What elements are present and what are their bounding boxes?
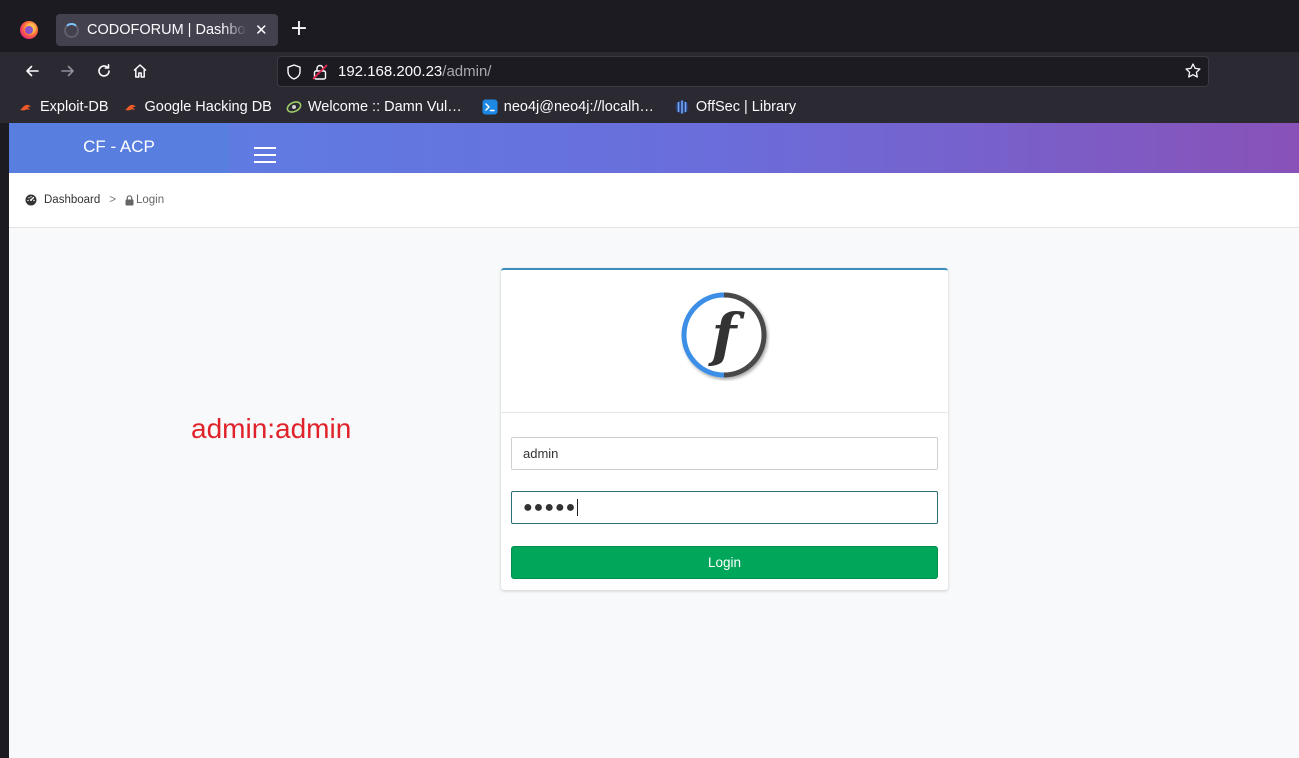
firefox-menu-button[interactable] (14, 18, 44, 42)
bookmark-label: neo4j@neo4j://localh… (503, 98, 654, 115)
password-mask: ●●●●● (523, 498, 577, 516)
bookmark-offsec-library[interactable]: OffSec | Library (674, 99, 796, 115)
breadcrumb-login: Login (125, 194, 164, 206)
reload-button[interactable] (92, 59, 116, 83)
forward-button[interactable] (56, 59, 80, 83)
breadcrumb: Dashboard > Login (9, 173, 1299, 228)
url-bar[interactable]: 192.168.200.23/admin/ (277, 56, 1209, 87)
bookmark-label: Google Hacking DB (144, 98, 272, 115)
breadcrumb-separator: > (109, 194, 116, 206)
dashboard-gauge-icon (25, 194, 37, 206)
logo-area: f (501, 270, 948, 413)
page-viewport: CF - ACP Dashboard > Login admin:admin f… (9, 123, 1299, 758)
reload-icon (98, 64, 110, 77)
terminal-icon (482, 99, 498, 115)
kali-dragon-icon (18, 99, 34, 115)
bookmark-label: Welcome :: Damn Vul… (307, 98, 462, 115)
bookmark-dvwa[interactable]: Welcome :: Damn Vul… (286, 99, 462, 115)
bookmark-google-hacking-db[interactable]: Google Hacking DB (123, 99, 272, 115)
forward-arrow-icon (61, 65, 74, 77)
app-header: CF - ACP (9, 123, 1299, 173)
password-input[interactable]: ●●●●● (511, 491, 938, 524)
bookmark-exploit-db[interactable]: Exploit-DB (18, 99, 109, 115)
brand-logo-text[interactable]: CF - ACP (9, 123, 229, 173)
offsec-icon (674, 99, 690, 115)
firefox-logo-icon (20, 21, 38, 39)
home-button[interactable] (128, 59, 152, 83)
sidebar-toggle-button[interactable] (254, 147, 276, 163)
kali-dragon-icon (123, 99, 139, 115)
tracking-shield-icon[interactable] (285, 63, 303, 81)
navigation-toolbar: 192.168.200.23/admin/ (0, 52, 1299, 90)
window-top-edge (0, 0, 1299, 8)
breadcrumb-dashboard-label: Dashboard (44, 194, 101, 206)
tab-active[interactable]: CODOFORUM | Dashboard ✕ (56, 14, 278, 46)
home-icon (133, 64, 147, 78)
login-button[interactable]: Login (511, 546, 938, 579)
dvwa-icon (286, 99, 302, 115)
breadcrumb-dashboard[interactable]: Dashboard (25, 194, 100, 206)
login-box: f ●●●●● Login (501, 268, 948, 590)
new-tab-button[interactable]: + (288, 18, 310, 42)
url-host: 192.168.200.23 (338, 63, 443, 80)
insecure-lock-icon[interactable] (311, 63, 329, 81)
username-input[interactable] (511, 437, 938, 470)
bookmark-label: OffSec | Library (695, 98, 797, 115)
url-text[interactable]: 192.168.200.23/admin/ (338, 63, 491, 80)
back-button[interactable] (20, 59, 44, 83)
url-path: /admin/ (442, 63, 492, 80)
lock-icon (125, 194, 134, 205)
menu-bar-line (254, 147, 276, 149)
breadcrumb-login-label: Login (135, 194, 165, 206)
codoforum-logo-icon: f (681, 292, 767, 378)
credentials-annotation: admin:admin (191, 413, 352, 444)
loading-spinner-icon (64, 22, 79, 38)
tab-title: CODOFORUM | Dashboard (87, 22, 247, 38)
bookmark-neo4j[interactable]: neo4j@neo4j://localh… (482, 99, 654, 115)
tab-close-icon[interactable]: ✕ (255, 21, 268, 39)
text-caret (577, 499, 579, 516)
tab-bar: CODOFORUM | Dashboard ✕ + (0, 8, 1299, 52)
menu-bar-line (254, 154, 276, 156)
back-arrow-icon (26, 65, 39, 77)
bookmark-label: Exploit-DB (40, 98, 109, 115)
bookmark-star-icon[interactable] (1184, 62, 1202, 80)
menu-bar-line (254, 161, 276, 163)
bookmarks-toolbar: Exploit-DB Google Hacking DB Welcome :: … (0, 90, 1299, 123)
